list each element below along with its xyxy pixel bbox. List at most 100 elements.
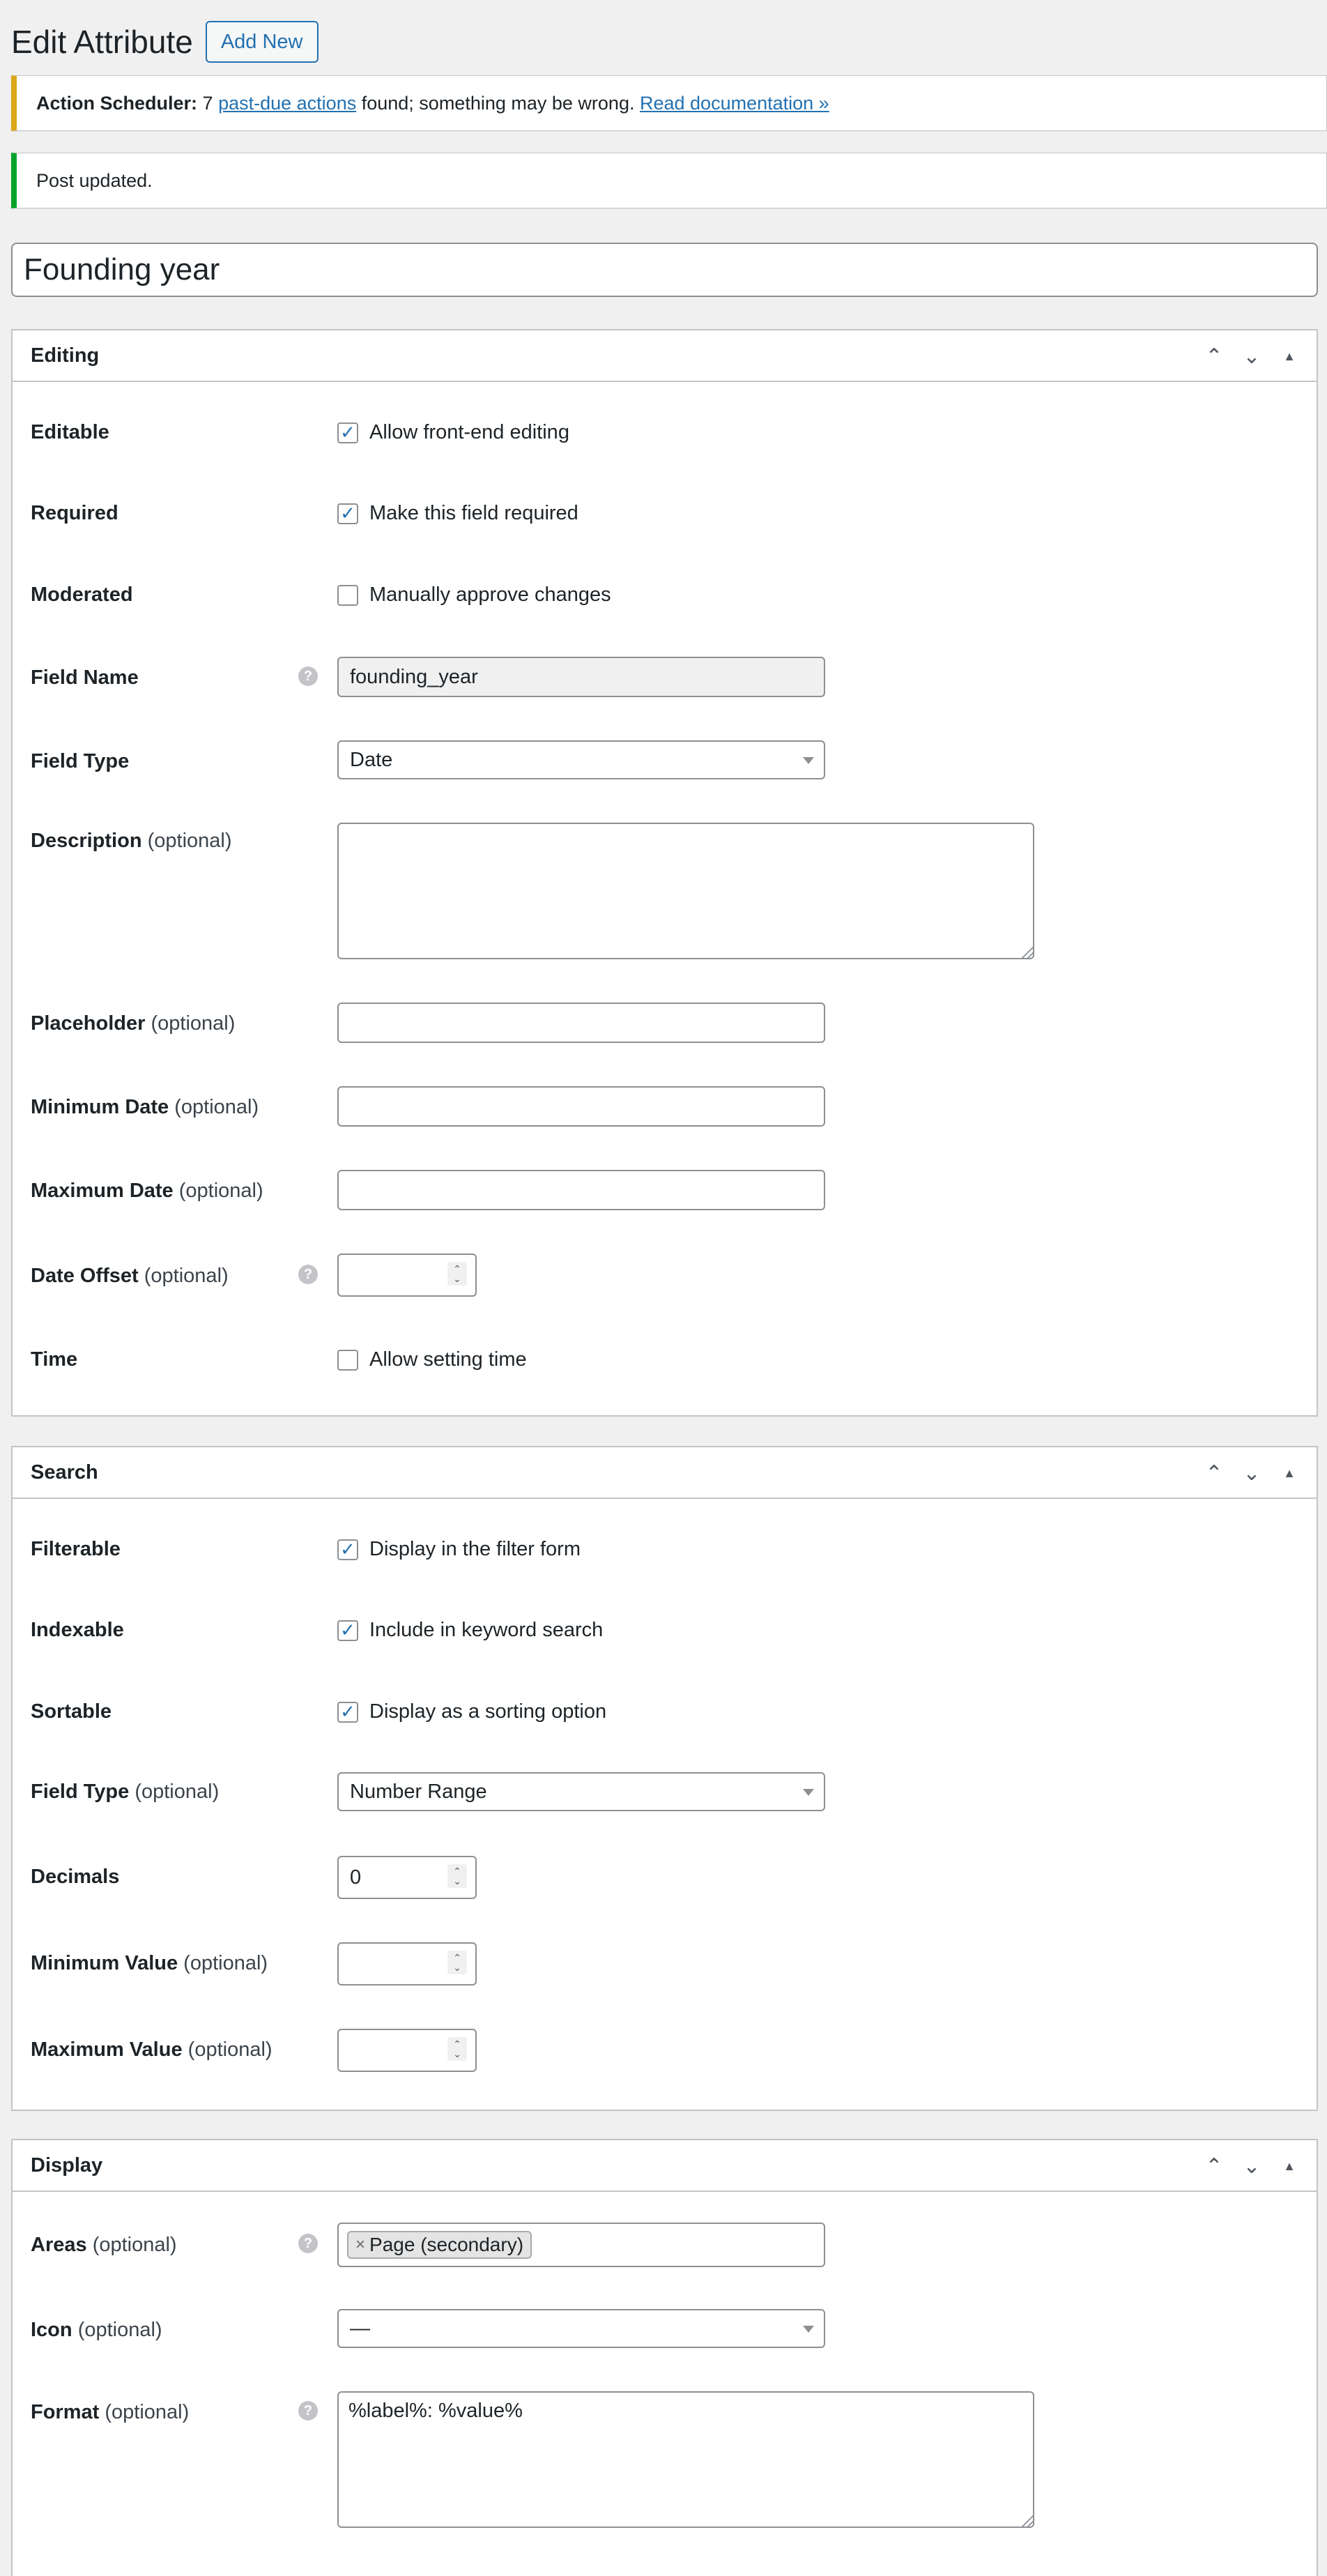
add-new-button[interactable]: Add New [205,21,319,63]
placeholder-input[interactable] [337,1003,825,1043]
description-textarea[interactable] [337,823,1034,959]
help-icon[interactable]: ? [298,2234,318,2253]
past-due-actions-link[interactable]: past-due actions [218,93,356,114]
required-checkbox[interactable]: ✓ [337,503,358,524]
sortable-checkbox[interactable]: ✓ [337,1701,358,1723]
editing-panel: Editing ⌃ ⌄ ▲ Editable ✓ Allow front-end… [11,329,1318,1417]
display-panel-header[interactable]: Display ⌃ ⌄ ▲ [13,2140,1317,2192]
moderated-option[interactable]: Manually approve changes [337,584,611,607]
decimals-label: Decimals [31,1866,120,1888]
number-spinner-icon[interactable]: ⌃ ⌄ [447,1864,467,1888]
filterable-label: Filterable [31,1538,121,1560]
areas-tag: × Page (secondary) [347,2231,532,2259]
time-checkbox[interactable] [337,1349,358,1371]
notice-prefix: Action Scheduler: [36,92,198,114]
toggle-panel-icon[interactable]: ▲ [1276,2153,1303,2179]
required-label: Required [31,502,118,524]
filterable-option[interactable]: ✓ Display in the filter form [337,1538,581,1561]
number-spinner-icon[interactable]: ⌃ ⌄ [447,1262,467,1286]
page-header: Edit Attribute Add New [11,21,319,63]
search-panel-title: Search [31,1461,98,1484]
toggle-panel-icon[interactable]: ▲ [1276,343,1303,369]
resize-handle-icon[interactable] [1020,945,1034,959]
moderated-checkbox-label: Manually approve changes [369,584,611,606]
page-title: Edit Attribute [11,24,193,60]
editable-option[interactable]: ✓ Allow front-end editing [337,421,569,444]
date-offset-input[interactable]: ⌃ ⌄ [337,1253,477,1297]
min-value-input[interactable]: ⌃ ⌄ [337,1942,477,1986]
remove-tag-icon[interactable]: × [355,2235,365,2255]
filterable-checkbox[interactable]: ✓ [337,1539,358,1560]
sortable-label: Sortable [31,1700,112,1723]
max-date-input[interactable] [337,1170,825,1210]
help-icon[interactable]: ? [298,1265,318,1284]
min-value-label: Minimum Value (optional) [31,1952,268,1974]
move-down-icon[interactable]: ⌄ [1238,343,1265,369]
display-panel-title: Display [31,2154,103,2177]
indexable-checkbox[interactable]: ✓ [337,1619,358,1641]
field-name-label: Field Name [31,666,139,689]
post-updated-text: Post updated. [36,169,153,191]
min-date-label: Minimum Date (optional) [31,1096,259,1118]
field-name-input[interactable]: founding_year [337,657,825,697]
icon-label: Icon (optional) [31,2319,162,2341]
move-down-icon[interactable]: ⌄ [1238,1460,1265,1486]
move-down-icon[interactable]: ⌄ [1238,2153,1265,2179]
max-date-label: Maximum Date (optional) [31,1180,263,1202]
search-panel-controls: ⌃ ⌄ ▲ [1201,1447,1303,1499]
number-spinner-icon[interactable]: ⌃ ⌄ [447,1951,467,1974]
display-panel-controls: ⌃ ⌄ ▲ [1201,2140,1303,2192]
field-type-select[interactable]: Date [337,740,825,779]
required-option[interactable]: ✓ Make this field required [337,502,578,525]
format-textarea[interactable]: %label%: %value% [337,2391,1034,2528]
areas-multiselect[interactable]: × Page (secondary) [337,2223,825,2267]
areas-label: Areas (optional) [31,2234,177,2256]
indexable-option[interactable]: ✓ Include in keyword search [337,1619,603,1642]
moderated-checkbox[interactable] [337,584,358,606]
search-field-type-value: Number Range [350,1780,487,1803]
move-up-icon[interactable]: ⌃ [1201,2153,1227,2179]
max-value-input[interactable]: ⌃ ⌄ [337,2029,477,2072]
field-type-value: Date [350,748,393,771]
indexable-checkbox-label: Include in keyword search [369,1619,604,1641]
sortable-checkbox-label: Display as a sorting option [369,1700,607,1723]
placeholder-label: Placeholder (optional) [31,1012,236,1035]
decimals-input[interactable]: 0 ⌃ ⌄ [337,1856,477,1899]
search-panel-header[interactable]: Search ⌃ ⌄ ▲ [13,1447,1317,1499]
indexable-label: Indexable [31,1619,124,1641]
editable-checkbox[interactable]: ✓ [337,422,358,443]
number-spinner-icon[interactable]: ⌃ ⌄ [447,2037,467,2061]
field-type-label: Field Type [31,750,130,772]
move-up-icon[interactable]: ⌃ [1201,1460,1227,1486]
time-option[interactable]: Allow setting time [337,1348,527,1371]
required-checkbox-label: Make this field required [369,502,578,524]
toggle-panel-icon[interactable]: ▲ [1276,1460,1303,1486]
post-updated-notice: Post updated. [11,153,1327,208]
areas-tag-label: Page (secondary) [369,2234,524,2255]
display-panel: Display ⌃ ⌄ ▲ Areas (optional) ? × Page … [11,2139,1318,2576]
editable-checkbox-label: Allow front-end editing [369,421,569,443]
help-icon[interactable]: ? [298,2401,318,2421]
help-icon[interactable]: ? [298,666,318,686]
search-panel: Search ⌃ ⌄ ▲ Filterable ✓ Display in the… [11,1446,1318,2111]
description-label: Description (optional) [31,830,232,852]
notice-count: 7 [202,92,213,114]
chevron-down-icon [803,757,814,764]
editing-panel-title: Editing [31,344,100,367]
min-date-input[interactable] [337,1086,825,1127]
icon-select-value: — [350,2317,370,2340]
time-label: Time [31,1348,78,1371]
format-label: Format (optional) [31,2401,190,2423]
search-field-type-select[interactable]: Number Range [337,1772,825,1811]
editing-panel-controls: ⌃ ⌄ ▲ [1201,330,1303,382]
resize-handle-icon[interactable] [1020,2514,1034,2528]
editing-panel-header[interactable]: Editing ⌃ ⌄ ▲ [13,330,1317,382]
post-title-input[interactable]: Founding year [11,243,1318,297]
date-offset-label: Date Offset (optional) [31,1265,229,1287]
read-documentation-link[interactable]: Read documentation » [640,93,829,114]
editable-label: Editable [31,421,109,443]
move-up-icon[interactable]: ⌃ [1201,343,1227,369]
page: Edit Attribute Add New Action Scheduler:… [0,0,1327,2576]
icon-select[interactable]: — [337,2309,825,2348]
sortable-option[interactable]: ✓ Display as a sorting option [337,1700,606,1723]
